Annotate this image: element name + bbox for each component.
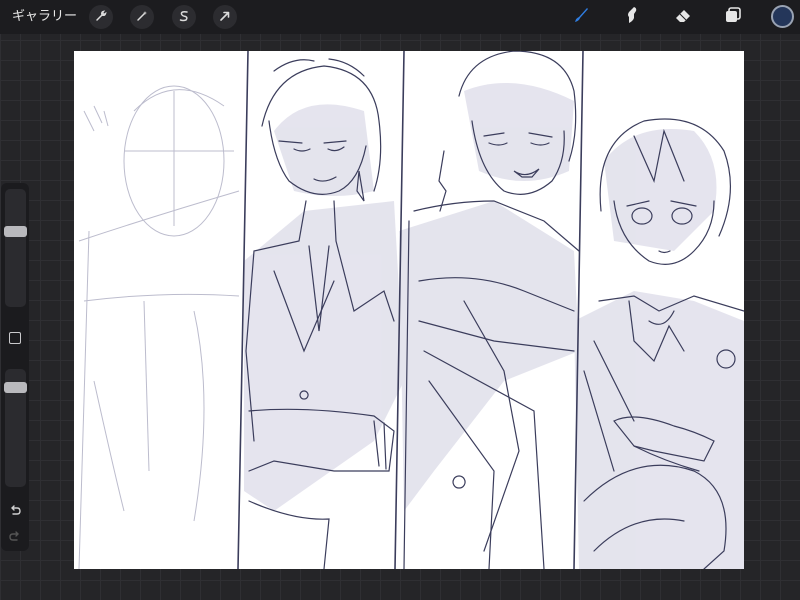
top-toolbar: ギャラリー <box>0 0 800 34</box>
brush-icon <box>571 5 591 29</box>
opacity-thumb[interactable] <box>4 382 27 393</box>
brush-size-slider[interactable] <box>4 189 27 307</box>
selection-button[interactable] <box>172 5 196 29</box>
color-picker-swatch[interactable] <box>771 5 794 28</box>
wrench-icon <box>94 8 108 27</box>
opacity-slider[interactable] <box>4 369 27 487</box>
smudge-button[interactable] <box>620 5 644 29</box>
actions-button[interactable] <box>89 5 113 29</box>
layers-icon <box>723 5 743 29</box>
eraser-button[interactable] <box>671 5 695 29</box>
left-sidebar <box>1 183 29 551</box>
square-modify-icon[interactable] <box>9 332 21 344</box>
undo-icon[interactable] <box>6 501 24 519</box>
smudge-icon <box>622 5 642 29</box>
layers-button[interactable] <box>721 5 745 29</box>
magic-wand-icon <box>135 8 149 27</box>
gallery-button[interactable]: ギャラリー <box>12 7 77 27</box>
selection-s-icon <box>177 8 191 27</box>
transform-button[interactable] <box>213 5 237 29</box>
arrow-cursor-icon <box>218 8 232 27</box>
drawing-canvas[interactable] <box>74 51 744 569</box>
redo-icon[interactable] <box>6 527 24 545</box>
brush-size-thumb[interactable] <box>4 226 27 237</box>
eraser-icon <box>673 5 693 29</box>
adjustments-button[interactable] <box>130 5 154 29</box>
sketch-artwork <box>78 51 744 569</box>
brush-button[interactable] <box>569 5 593 29</box>
